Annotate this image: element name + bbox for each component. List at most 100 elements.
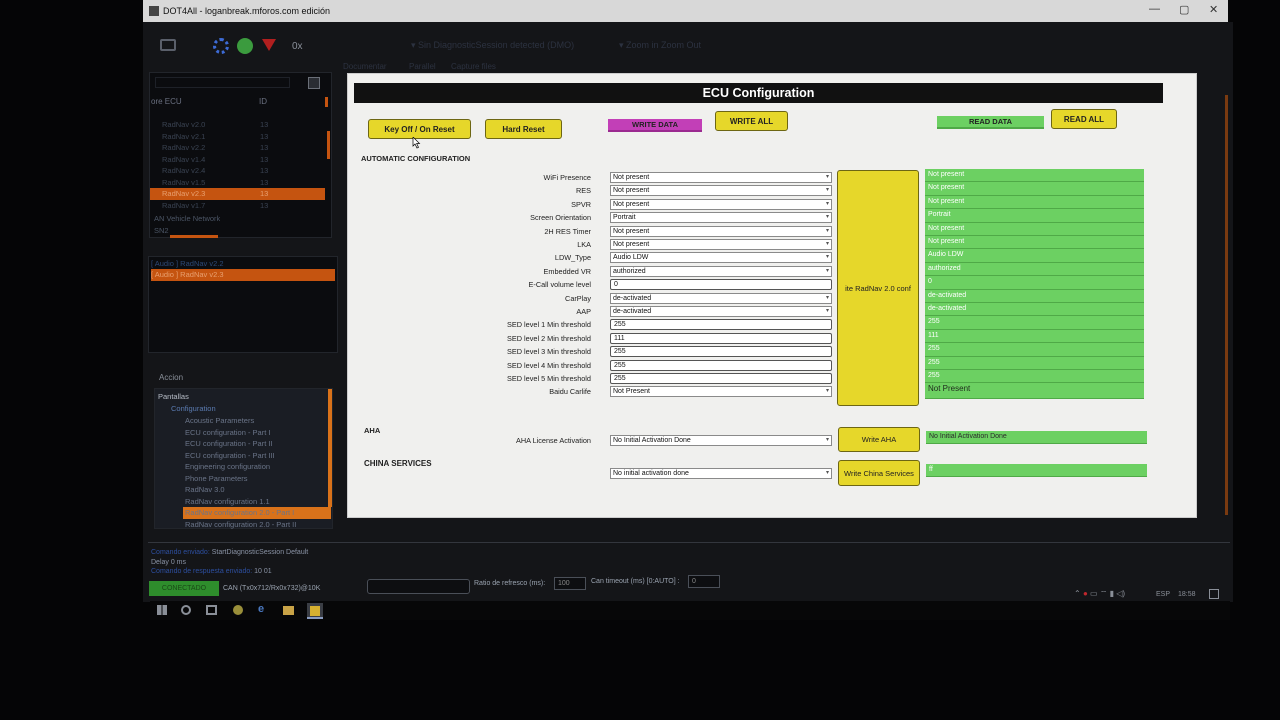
field-value: Not present <box>613 241 650 248</box>
chrome-icon[interactable] <box>233 605 243 615</box>
field-select[interactable]: Not present ▾ <box>610 172 832 183</box>
ecu-list-row[interactable]: RadNav v1.4 13 <box>150 154 325 166</box>
horizontal-scrollbar[interactable] <box>170 235 218 238</box>
language-indicator[interactable]: ESP <box>1156 591 1170 598</box>
main-scrollbar[interactable] <box>1225 95 1228 515</box>
ecu-list-row[interactable]: RadNav v1.5 13 <box>150 177 325 189</box>
field-select[interactable]: de-activated ▾ <box>610 292 832 304</box>
field-select[interactable]: Not present ▾ <box>610 198 832 210</box>
edge-icon[interactable]: e <box>258 604 269 615</box>
maximize-button[interactable]: ▢ <box>1179 3 1189 16</box>
ecu-list-row[interactable]: RadNav v2.1 13 <box>150 131 325 143</box>
selected-ecu-item[interactable]: [ Audio ] RadNav v2.2 <box>151 258 335 270</box>
field-input[interactable]: 111 <box>610 332 832 344</box>
dot4all-taskbar-icon[interactable] <box>307 603 323 619</box>
tree-item[interactable]: RadNav configuration 1.1 <box>183 496 331 508</box>
field-input[interactable]: 255 <box>610 373 832 384</box>
ecu-search-input[interactable] <box>155 77 290 88</box>
field-input[interactable]: 255 <box>610 359 832 371</box>
refresh-icon[interactable] <box>237 38 253 54</box>
col-header-name[interactable]: ore ECU <box>151 97 182 106</box>
read-value: Not present <box>925 195 1144 210</box>
clock[interactable]: 18:58 <box>1178 591 1196 598</box>
tree-item[interactable]: ECU configuration - Part I <box>183 427 331 439</box>
ecu-list-row[interactable]: RadNav v2.0 13 <box>150 119 325 131</box>
tree-item[interactable]: ECU configuration - Part II <box>183 438 331 450</box>
tree-group-configuration[interactable]: Configuration <box>171 403 216 415</box>
ecu-id: 13 <box>260 154 269 164</box>
field-select[interactable]: Audio LDW ▾ <box>610 252 832 264</box>
vertical-scrollbar[interactable] <box>327 131 330 159</box>
ecu-list-row[interactable]: RadNav v1.7 13 <box>150 200 325 212</box>
write-radnav-button[interactable]: ite RadNav 2.0 conf <box>837 170 919 406</box>
aha-license-label: AHA License Activation <box>515 436 591 445</box>
tree-item[interactable]: Acoustic Parameters <box>183 415 331 427</box>
field-label: SED level 4 Min threshold <box>507 360 591 370</box>
field-select[interactable]: Not present ▾ <box>610 239 832 250</box>
minimize-button[interactable]: — <box>1149 3 1160 15</box>
field-select[interactable]: authorized ▾ <box>610 265 832 277</box>
china-services-value: No initial activation done <box>613 470 689 477</box>
tab-capture[interactable]: Capture files <box>451 62 496 71</box>
network2-label[interactable]: SN2 <box>154 225 169 237</box>
tree-item[interactable]: RadNav configuration 2.0 - Part I <box>183 507 331 519</box>
tray-icons[interactable]: ⌃ ● ▭ ⌔ ▮ ◁) <box>1074 589 1125 599</box>
china-read-value: ff <box>926 464 1147 477</box>
tree-item[interactable]: Phone Parameters <box>183 473 331 485</box>
field-select[interactable]: Portrait ▾ <box>610 212 832 224</box>
windows-start-icon[interactable] <box>157 605 167 615</box>
read-value: 0 <box>925 276 1144 290</box>
timeout-input[interactable]: 0 <box>688 575 720 588</box>
field-input[interactable]: 255 <box>610 319 832 331</box>
tree-item[interactable]: ECU configuration - Part III <box>183 450 331 462</box>
explorer-icon[interactable] <box>283 606 294 615</box>
refresh-input[interactable]: 100 <box>554 577 586 590</box>
pin-icon[interactable] <box>308 77 320 89</box>
disconnect-icon[interactable] <box>262 39 276 51</box>
ecu-id: 13 <box>260 189 269 198</box>
field-input[interactable]: 255 <box>610 346 832 358</box>
tree-item[interactable]: RadNav 3.0 <box>183 484 331 496</box>
field-select[interactable]: Not present ▾ <box>610 225 832 237</box>
field-select[interactable]: de-activated ▾ <box>610 306 832 317</box>
tree-root-pantallas[interactable]: Pantallas <box>158 391 189 403</box>
write-china-services-button[interactable]: Write China Services <box>838 460 920 486</box>
monitor-icon[interactable] <box>160 39 176 51</box>
status-input[interactable] <box>367 579 470 594</box>
log-line-2: Delay 0 ms <box>151 559 187 566</box>
tab-parallel[interactable]: Parallel <box>409 62 436 71</box>
chevron-down-icon: ▾ <box>825 254 829 261</box>
log-line-3: Comando de respuesta enviado: 10 01 <box>151 568 272 575</box>
zoom-controls[interactable]: ▾ Zoom in Zoom Out <box>619 40 701 51</box>
field-value: 255 <box>614 321 626 329</box>
ecu-list-row[interactable]: RadNav v2.4 13 <box>150 165 325 177</box>
tab-documentar[interactable]: Documentar <box>343 62 387 71</box>
ecu-id: 13 <box>260 131 269 141</box>
network-label[interactable]: AN Vehicle Network <box>154 213 220 225</box>
field-input[interactable]: 0 <box>610 279 832 291</box>
china-services-select[interactable]: No initial activation done ▾ <box>610 468 832 479</box>
session-dropdown[interactable]: ▾ Sin DiagnosticSession detected (DMO) <box>411 40 574 51</box>
col-header-id[interactable]: ID <box>259 97 267 106</box>
close-button[interactable]: ✕ <box>1209 3 1218 16</box>
field-label: AAP <box>576 307 591 316</box>
accion-scrollbar[interactable] <box>328 389 332 507</box>
aha-read-value: No Initial Activation Done <box>926 431 1147 444</box>
field-value: de-activated <box>613 294 652 302</box>
aha-license-select[interactable]: No Initial Activation Done ▾ <box>610 435 832 446</box>
app-icon <box>310 606 320 616</box>
tree-item[interactable]: Engineering configuration <box>183 461 331 473</box>
ecu-list-row[interactable]: RadNav v2.2 13 <box>150 142 325 154</box>
notifications-icon[interactable] <box>1209 589 1219 599</box>
field-select[interactable]: Not present ▾ <box>610 185 832 197</box>
ecu-list-row[interactable]: RadNav v2.3 13 <box>150 188 325 200</box>
read-value: Not present <box>925 169 1144 183</box>
tree-item[interactable]: RadNav configuration 2.0 - Part II <box>183 519 331 531</box>
gear-icon[interactable] <box>213 38 229 54</box>
field-label: CarPlay <box>565 293 591 303</box>
write-aha-button[interactable]: Write AHA <box>838 427 920 452</box>
task-view-icon[interactable] <box>206 605 217 615</box>
search-icon[interactable] <box>181 605 191 615</box>
field-select[interactable]: Not Present ▾ <box>610 386 832 398</box>
selected-ecu-item-active[interactable]: [ Audio ] RadNav v2.3 <box>151 269 335 281</box>
